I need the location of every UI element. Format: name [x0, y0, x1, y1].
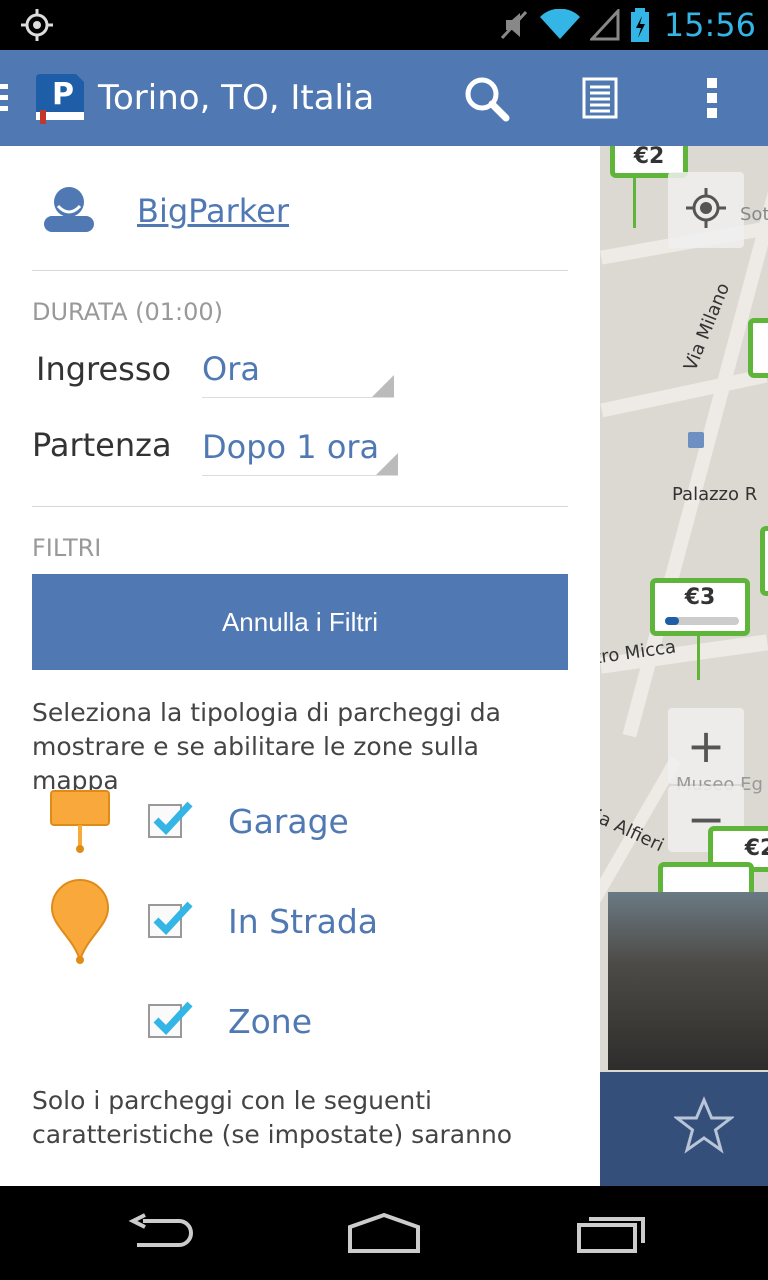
parking-price-marker[interactable]: [748, 318, 768, 378]
zone-label[interactable]: Zone: [228, 1002, 312, 1041]
list-icon[interactable]: [574, 72, 626, 124]
ingresso-spinner[interactable]: Ora: [202, 350, 394, 398]
location-title[interactable]: Torino, TO, Italia: [98, 78, 374, 118]
user-profile[interactable]: BigParker: [42, 186, 289, 238]
divider: [32, 270, 568, 271]
garage-checkbox[interactable]: [148, 801, 193, 838]
parking-price-marker[interactable]: [760, 526, 768, 596]
user-avatar-icon: [42, 186, 96, 238]
back-icon[interactable]: [120, 1210, 200, 1256]
features-description: Solo i parcheggi con le seguenti caratte…: [32, 1086, 513, 1149]
navigation-drawer: BigParker DURATA (01:00) Ingresso Ora Pa…: [0, 146, 600, 1186]
crosshair-icon: [684, 186, 728, 234]
map-label: Palazzo R: [672, 484, 758, 505]
wifi-icon: [540, 8, 580, 45]
recent-apps-icon[interactable]: [572, 1210, 652, 1256]
star-icon[interactable]: [672, 1096, 736, 1160]
svg-text:P: P: [52, 77, 74, 112]
app-parking-logo[interactable]: P: [32, 72, 88, 128]
drawer-toggle-icon[interactable]: [0, 84, 12, 114]
status-bar: 15:56: [0, 0, 768, 50]
parking-price-marker[interactable]: €3: [650, 578, 750, 636]
spinner-arrow-icon: [376, 453, 398, 475]
screen: 15:56 P Torino, TO, Italia €2 Sot Via Mi…: [0, 0, 768, 1280]
action-bar: P Torino, TO, Italia: [0, 50, 768, 146]
map-poi-icon: [688, 432, 704, 448]
reset-filters-button[interactable]: Annulla i Filtri: [32, 574, 568, 670]
street-pin-icon: [48, 876, 112, 970]
spinner-arrow-icon: [372, 375, 394, 397]
zoom-in-button[interactable]: +: [668, 708, 744, 784]
system-navigation-bar: [0, 1186, 768, 1280]
garage-label[interactable]: Garage: [228, 802, 349, 841]
filtri-section-title: FILTRI: [32, 534, 102, 562]
partenza-label: Partenza: [32, 426, 172, 464]
map-view[interactable]: €2 Sotto Via Milano Palazzo R €3 tro Mic…: [600, 146, 768, 1186]
my-location-button[interactable]: [668, 172, 744, 248]
map-label: ia Alfieri: [600, 806, 667, 857]
map-label: Sotto: [740, 204, 768, 225]
street-view-thumbnail[interactable]: [608, 892, 768, 1070]
search-icon[interactable]: [460, 72, 512, 124]
zone-checkbox[interactable]: [148, 1001, 193, 1038]
home-icon[interactable]: [344, 1210, 424, 1256]
map-bottom-bar: [600, 1072, 768, 1186]
garage-pin-icon: [50, 790, 110, 858]
ingresso-value: Ora: [202, 350, 260, 388]
filters-description: Seleziona la tipologia di parcheggi da m…: [32, 698, 501, 795]
divider: [32, 506, 568, 507]
mute-icon: [500, 8, 530, 46]
availability-bar: [665, 617, 739, 625]
user-name-link[interactable]: BigParker: [137, 192, 289, 230]
ingresso-label: Ingresso: [36, 350, 172, 388]
in-strada-checkbox[interactable]: [148, 901, 193, 938]
location-icon: [20, 8, 54, 46]
map-road: [600, 368, 768, 418]
marker-stem: [633, 178, 636, 228]
battery-charging-icon: [630, 8, 650, 46]
clock: 15:56: [663, 6, 756, 44]
signal-icon: [588, 7, 620, 45]
in-strada-label[interactable]: In Strada: [228, 902, 378, 941]
marker-stem: [697, 636, 700, 680]
overflow-menu-icon[interactable]: [686, 72, 738, 124]
partenza-value: Dopo 1 ora: [202, 428, 380, 466]
partenza-spinner[interactable]: Dopo 1 ora: [202, 428, 398, 476]
durata-section-title: DURATA (01:00): [32, 298, 224, 326]
